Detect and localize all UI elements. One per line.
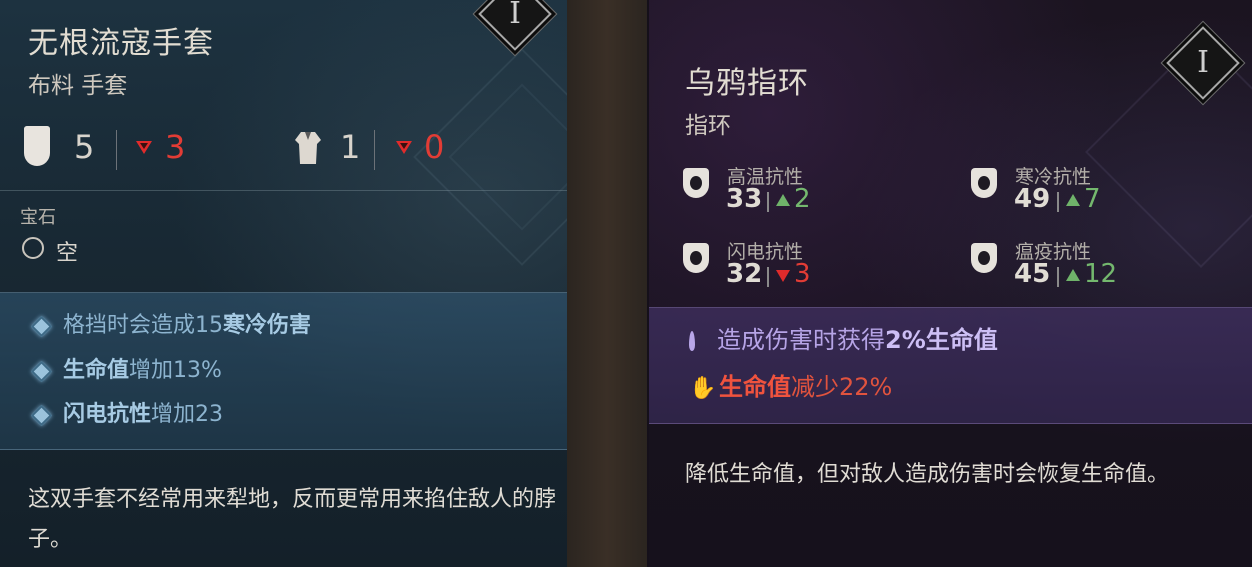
weight-icon: [293, 130, 323, 166]
flavor-text: 降低生命值，但对敌人造成伤害时会恢复生命值。: [685, 462, 1170, 487]
affix-gem-icon: [30, 315, 53, 337]
item-level-badge: I: [478, 0, 552, 51]
affix-gem-icon: [30, 404, 53, 426]
ring-tooltip: I 乌鸦指环 指环 高温抗性 33 2 寒冷抗性 49 7 闪电抗性 32 3 …: [647, 0, 1252, 567]
item-type: 指环: [685, 113, 731, 139]
weight-delta: 0: [424, 128, 445, 166]
affix-line: 闪电抗性增加23: [30, 396, 223, 428]
background-gap: [567, 0, 647, 567]
divider: [374, 130, 375, 170]
item-type: 布料 手套: [28, 73, 128, 99]
increase-arrow-icon: [1066, 269, 1080, 281]
item-title: 乌鸦指环: [685, 66, 809, 101]
cold-resist-icon: [971, 168, 997, 198]
affix-gem-icon: [30, 360, 53, 382]
affix-line: ✋ 生命值减少22%: [689, 373, 893, 401]
decrease-arrow-icon: [776, 270, 790, 282]
item-title: 无根流寇手套: [28, 26, 214, 61]
plague-resist-icon: [971, 243, 997, 273]
decrease-arrow-icon: [136, 141, 152, 154]
fire-resist-icon: [683, 168, 709, 198]
gem-section-label: 宝石: [20, 207, 56, 228]
lightning-resist-icon: [683, 243, 709, 273]
divider: [0, 190, 567, 191]
empty-socket-icon: [22, 237, 44, 259]
gloves-tooltip: I 无根流寇手套 布料 手套 5 3 1 0 宝石 空 格挡时会造成15寒冷伤害…: [0, 0, 567, 567]
bloody-hand-icon: ✋: [689, 375, 717, 401]
armor-delta: 3: [165, 128, 186, 166]
armor-value: 5: [74, 128, 95, 166]
flavor-text: 这双手套不经常用来犁地，反而更常用来掐住敌人的脖子。: [28, 487, 557, 552]
affix-line: 格挡时会造成15寒冷伤害: [30, 307, 311, 339]
armor-icon: [24, 126, 50, 166]
affix-line: 生命值增加13%: [30, 352, 222, 384]
increase-arrow-icon: [1066, 194, 1080, 206]
gem-slot-value: 空: [56, 241, 79, 266]
weight-value: 1: [340, 128, 361, 166]
decrease-arrow-icon: [396, 141, 412, 154]
affix-line: 造成伤害时获得2%生命值: [689, 320, 998, 355]
increase-arrow-icon: [776, 194, 790, 206]
divider: [116, 130, 117, 170]
feather-icon: [689, 331, 695, 351]
